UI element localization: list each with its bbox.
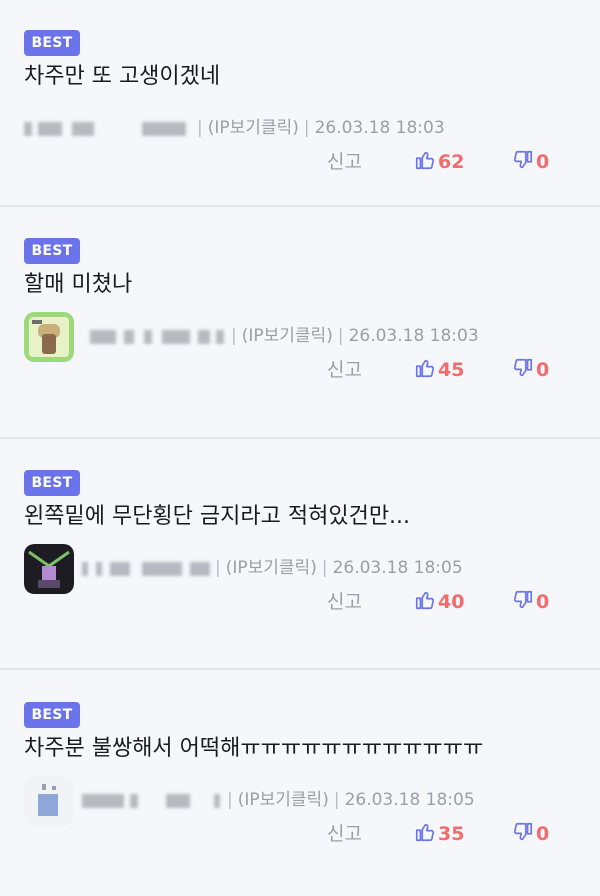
comment-text: 차주만 또 고생이겠네 [24,64,221,89]
comment-timestamp: 26.03.18 18:05 [344,790,475,810]
like-button[interactable]: 62 [414,148,464,176]
dislike-count: 0 [536,591,550,613]
dislike-button[interactable]: 0 [512,356,549,384]
like-count: 45 [438,359,465,381]
author-nickname-blurred[interactable] [24,122,192,136]
author-nickname-blurred[interactable] [82,794,232,808]
thumbs-up-icon [414,589,436,615]
avatar[interactable] [24,544,74,594]
meta-text: | (IP보기클릭) | 26.03.18 18:05 [215,558,463,578]
like-button[interactable]: 40 [414,588,464,616]
like-count: 62 [438,151,465,173]
report-button[interactable]: 신고 [327,148,362,176]
report-button[interactable]: 신고 [327,356,362,384]
comment-item: BEST 왼쪽밑에 무단횡단 금지라고 적혀있건만... | (IP보기클릭) | 2… [0,440,600,672]
best-badge: BEST [24,470,80,496]
comment-text: 할매 미쳤나 [24,272,133,297]
like-count: 40 [438,591,465,613]
dislike-count: 0 [536,151,550,173]
comment-actions: 신고 35 0 [0,820,600,850]
dislike-button[interactable]: 0 [512,820,549,848]
dislike-button[interactable]: 0 [512,148,549,176]
report-button[interactable]: 신고 [327,820,362,848]
meta-text: | (IP보기클릭) | 26.03.18 18:03 [197,118,445,138]
comment-text: 왼쪽밑에 무단횡단 금지라고 적혀있건만... [24,504,411,529]
divider [0,437,600,439]
comment-item: BEST 차주분 불쌍해서 어떡해ㅠㅠㅠㅠㅠㅠㅠㅠㅠㅠㅠㅠ | (IP보기클릭) |… [0,672,600,896]
comment-actions: 신고 45 0 [0,356,600,386]
thumbs-down-icon [512,589,534,615]
best-badge: BEST [24,238,80,264]
avatar[interactable] [24,776,74,826]
comment-item: BEST 차주만 또 고생이겠네 | (IP보기클릭) | 26.03.18 18:0… [0,0,600,232]
report-button[interactable]: 신고 [327,588,362,616]
comment-list: BEST 차주만 또 고생이겠네 | (IP보기클릭) | 26.03.18 18:0… [0,0,600,896]
comment-item: BEST 할매 미쳤나 | (IP보기클릭) | 26.03.18 18:03 … [0,208,600,440]
meta-text: | (IP보기클릭) | 26.03.18 18:05 [227,790,475,810]
comment-timestamp: 26.03.18 18:05 [332,558,463,578]
ip-view-link[interactable]: (IP보기클릭) [238,790,329,810]
best-badge: BEST [24,30,80,56]
comment-timestamp: 26.03.18 18:03 [348,326,479,346]
ip-view-link[interactable]: (IP보기클릭) [242,326,333,346]
thumbs-down-icon [512,149,534,175]
comment-text: 차주분 불쌍해서 어떡해ㅠㅠㅠㅠㅠㅠㅠㅠㅠㅠㅠㅠ [24,736,484,761]
comment-actions: 신고 40 0 [0,588,600,618]
author-nickname-blurred[interactable] [82,562,212,576]
thumbs-down-icon [512,357,534,383]
thumbs-up-icon [414,149,436,175]
divider [0,668,600,670]
dislike-count: 0 [536,823,550,845]
like-count: 35 [438,823,465,845]
thumbs-down-icon [512,821,534,847]
ip-view-link[interactable]: (IP보기클릭) [208,118,299,138]
dislike-count: 0 [536,359,550,381]
avatar[interactable] [24,312,74,362]
meta-text: | (IP보기클릭) | 26.03.18 18:03 [231,326,479,346]
divider [0,205,600,207]
thumbs-up-icon [414,821,436,847]
comment-timestamp: 26.03.18 18:03 [314,118,445,138]
like-button[interactable]: 45 [414,356,464,384]
dislike-button[interactable]: 0 [512,588,549,616]
ip-view-link[interactable]: (IP보기클릭) [226,558,317,578]
comment-actions: 신고 62 0 [0,148,600,178]
thumbs-up-icon [414,357,436,383]
like-button[interactable]: 35 [414,820,464,848]
best-badge: BEST [24,702,80,728]
author-nickname-blurred[interactable] [90,330,230,344]
